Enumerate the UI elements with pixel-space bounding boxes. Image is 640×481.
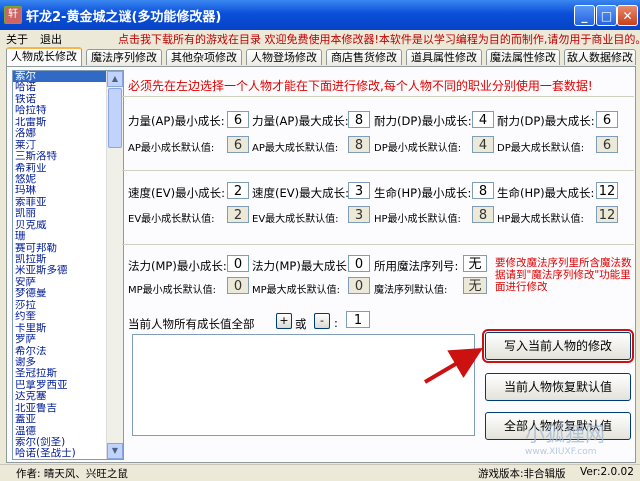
annotation-arrow-icon bbox=[423, 347, 483, 384]
tab-character-growth[interactable]: 人物成长修改 bbox=[6, 47, 82, 66]
watermark-text: 小狐狸网 bbox=[525, 422, 605, 446]
status-app-version: Ver:2.0.02 bbox=[580, 466, 634, 478]
watermark-url: www.XIUXF.com bbox=[525, 447, 597, 457]
site-watermark: 小狐狸网 www.XIUXF.com bbox=[525, 418, 605, 457]
status-bar: 作者: 晴天风、兴旺之鼠 游戏版本:非合辑版 Ver:2.0.02 bbox=[0, 464, 640, 480]
